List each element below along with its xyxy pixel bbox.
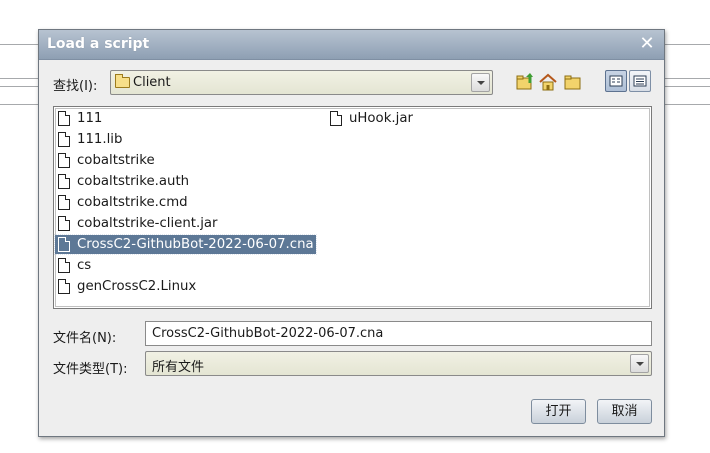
file-type-label: 文件类型(T):	[53, 362, 128, 377]
file-item-label: uHook.jar	[349, 111, 413, 126]
file-item[interactable]: cobaltstrike-client.jar	[55, 214, 220, 233]
file-item-label: cobaltstrike.auth	[77, 174, 190, 189]
file-icon	[58, 258, 70, 273]
file-list[interactable]: 111 111.lib cobaltstrike cobaltstrike.au…	[53, 106, 652, 309]
file-icon	[58, 132, 70, 147]
file-item[interactable]: 111.lib	[55, 130, 124, 149]
file-item[interactable]: genCrossC2.Linux	[55, 277, 198, 296]
file-item-selected[interactable]: CrossC2-GithubBot-2022-06-07.cna	[54, 234, 317, 255]
cancel-button[interactable]: 取消	[597, 399, 652, 424]
file-item-label: genCrossC2.Linux	[77, 279, 197, 294]
up-folder-icon[interactable]	[516, 73, 534, 91]
look-in-value: Client	[133, 75, 171, 90]
folder-icon	[115, 74, 130, 88]
file-icon	[58, 111, 70, 126]
file-item-label: cobaltstrike	[77, 153, 155, 168]
list-view-icon[interactable]	[605, 70, 627, 92]
home-icon[interactable]	[539, 73, 557, 91]
file-item-label: cobaltstrike-client.jar	[77, 216, 218, 231]
file-icon	[58, 153, 70, 168]
file-item[interactable]: cobaltstrike.auth	[55, 172, 191, 191]
file-icon	[58, 195, 70, 210]
file-item-label: 111	[77, 111, 103, 126]
file-icon	[58, 216, 70, 231]
file-item-label: CrossC2-GithubBot-2022-06-07.cna	[77, 237, 314, 252]
look-in-label: 查找(I):	[53, 79, 98, 94]
chevron-down-icon[interactable]	[471, 73, 490, 92]
file-item[interactable]: cobaltstrike.cmd	[55, 193, 190, 212]
chevron-down-icon[interactable]	[630, 354, 649, 373]
file-item-label: cobaltstrike.cmd	[77, 195, 188, 210]
file-item[interactable]: uHook.jar	[327, 109, 415, 128]
file-icon	[330, 111, 342, 126]
file-icon	[58, 279, 70, 294]
dialog-title: Load a script	[47, 36, 150, 52]
file-item[interactable]: 111	[55, 109, 104, 128]
open-button[interactable]: 打开	[531, 399, 586, 424]
file-item-label: cs	[77, 258, 92, 273]
look-in-combobox[interactable]: Client	[110, 70, 493, 95]
file-name-field[interactable]: CrossC2-GithubBot-2022-06-07.cna	[145, 321, 652, 346]
close-icon[interactable]: ✕	[638, 35, 656, 53]
file-name-label: 文件名(N):	[53, 331, 117, 346]
file-type-combobox[interactable]: 所有文件	[145, 351, 652, 376]
file-item[interactable]: cs	[55, 256, 93, 275]
file-item-label: 111.lib	[77, 132, 123, 147]
details-view-icon[interactable]	[629, 70, 651, 92]
new-folder-icon[interactable]	[564, 73, 582, 91]
load-script-dialog: Load a script ✕ 查找(I): Client 111 111.li…	[38, 29, 665, 437]
file-icon	[58, 237, 70, 252]
file-icon	[58, 174, 70, 189]
file-item[interactable]: cobaltstrike	[55, 151, 157, 170]
dialog-titlebar[interactable]: Load a script ✕	[39, 30, 664, 60]
file-type-value: 所有文件	[152, 360, 205, 375]
